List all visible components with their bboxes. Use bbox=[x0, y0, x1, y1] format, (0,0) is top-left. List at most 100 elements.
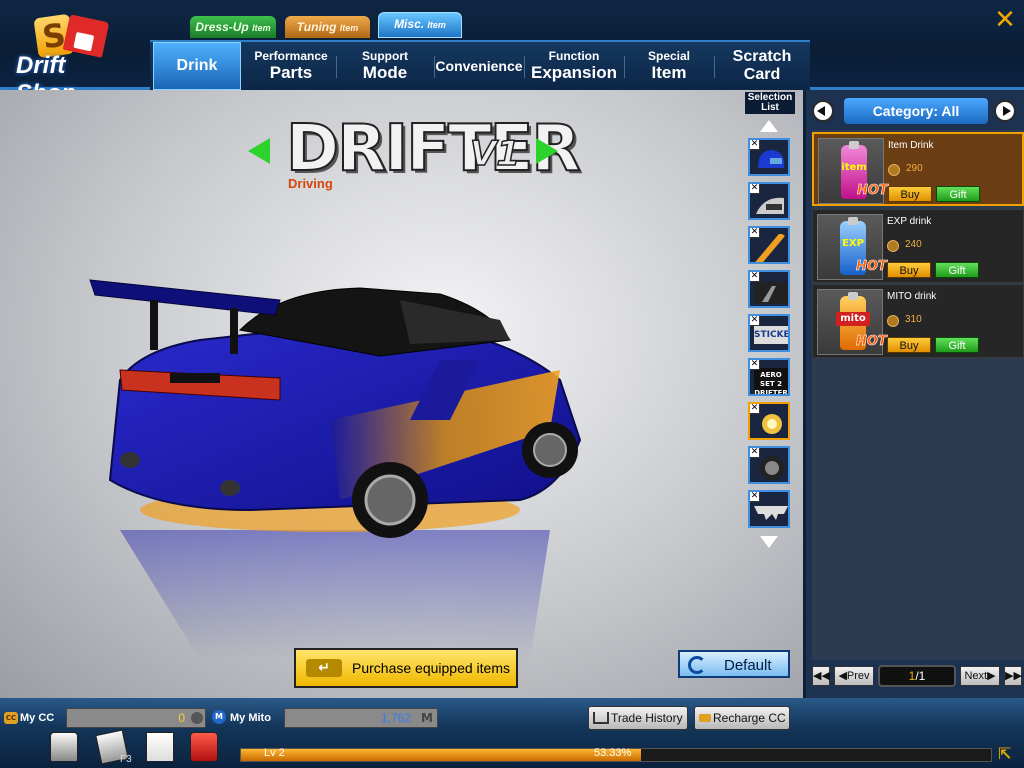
neon-icon bbox=[754, 234, 785, 262]
car-subtitle: Driving bbox=[288, 176, 333, 191]
car-reflection bbox=[120, 530, 550, 660]
mito-balance-field: 1,762 M bbox=[284, 708, 438, 728]
category-prev-icon[interactable] bbox=[812, 100, 834, 122]
item-thumbnail: mito HOT bbox=[817, 289, 887, 355]
first-page-button[interactable]: ◀◀ bbox=[812, 666, 830, 686]
my-cc-label: My CC bbox=[20, 712, 55, 724]
cc-icon: CC bbox=[4, 712, 18, 724]
tab-dress-up-sub: Item bbox=[252, 23, 271, 33]
shop-icon[interactable] bbox=[190, 732, 218, 762]
next-car-arrow-icon[interactable] bbox=[536, 138, 558, 164]
xp-percent: 53.33% bbox=[594, 747, 632, 759]
selection-scroll-up-icon[interactable] bbox=[760, 120, 778, 132]
bottle-label: mito bbox=[836, 312, 870, 326]
mito-icon: M bbox=[212, 710, 226, 724]
recharge-cc-button[interactable]: Recharge CC bbox=[694, 706, 790, 730]
remove-x-icon[interactable]: ✕ bbox=[750, 404, 760, 414]
next-page-button[interactable]: Next▶ bbox=[960, 666, 1000, 686]
remove-x-icon[interactable]: ✕ bbox=[750, 316, 760, 326]
front-rim bbox=[533, 433, 567, 467]
remove-x-icon[interactable]: ✕ bbox=[750, 272, 760, 282]
nav-tab-function-expansion[interactable]: Function Expansion bbox=[524, 42, 624, 90]
tab-tuning-item[interactable]: Tuning Item bbox=[285, 16, 370, 38]
buy-button[interactable]: Buy bbox=[887, 262, 931, 278]
remove-x-icon[interactable]: ✕ bbox=[750, 184, 760, 194]
car-preview-area[interactable]: DRIFTER V1 Driving Selection List ✕ ✕ ✕ … bbox=[0, 90, 803, 698]
remove-x-icon[interactable]: ✕ bbox=[750, 228, 760, 238]
selection-slot-headlight[interactable]: ✕ bbox=[748, 402, 790, 440]
item-price: 290 bbox=[906, 163, 923, 174]
nav-tab-performance-parts[interactable]: Performance Parts bbox=[246, 42, 336, 90]
exhaust-pipe bbox=[120, 452, 140, 468]
nav-tab-support-mode[interactable]: Support Mode bbox=[336, 42, 434, 90]
default-button[interactable]: Default bbox=[678, 650, 790, 678]
coins-icon bbox=[699, 714, 711, 722]
total-pages: /1 bbox=[915, 669, 926, 683]
nav-tab-line2: Item bbox=[651, 63, 687, 82]
notebook-icon[interactable] bbox=[146, 732, 174, 762]
bottom-bar: CC My CC 0 M My Mito 1,762 M Trade Histo… bbox=[0, 698, 1024, 768]
selection-slot-neon[interactable]: ✕ bbox=[748, 226, 790, 264]
tab-misc-sub: Item bbox=[427, 20, 446, 30]
rear-rim bbox=[364, 474, 416, 526]
purchase-equipped-button[interactable]: ↵ Purchase equipped items bbox=[294, 648, 518, 688]
gift-button[interactable]: Gift bbox=[935, 337, 979, 353]
page-indicator: 1/1 bbox=[878, 665, 956, 687]
nav-tab-line2: Expansion bbox=[531, 63, 617, 82]
gift-button[interactable]: Gift bbox=[935, 262, 979, 278]
resize-corner-icon[interactable]: ⇱ bbox=[998, 744, 1016, 763]
selection-slot-window-tint[interactable]: ✕ bbox=[748, 270, 790, 308]
mito-coin-icon bbox=[887, 240, 899, 252]
selection-slot-wheel[interactable]: ✕ bbox=[748, 446, 790, 484]
pagination: ◀◀ ◀Prev 1/1 Next▶ ▶▶ bbox=[812, 664, 1024, 690]
item-price: 310 bbox=[905, 314, 922, 325]
tab-tuning-sub: Item bbox=[339, 23, 359, 33]
buy-button[interactable]: Buy bbox=[888, 186, 932, 202]
car-title: DRIFTER V1 Driving bbox=[248, 116, 582, 191]
tab-dress-up-item[interactable]: Dress-Up Item bbox=[190, 16, 276, 38]
mito-coin-icon bbox=[888, 164, 900, 176]
garage-icon[interactable] bbox=[50, 732, 78, 762]
header-bar: S Drift Shop Dress-Up Item Tuning Item M… bbox=[0, 0, 1024, 107]
nav-tab-drink[interactable]: Drink bbox=[153, 42, 241, 90]
tab-misc-item[interactable]: Misc. Item bbox=[378, 12, 462, 38]
prev-page-button[interactable]: ◀Prev bbox=[834, 666, 874, 686]
remove-x-icon[interactable]: ✕ bbox=[750, 360, 760, 370]
trade-history-button[interactable]: Trade History bbox=[588, 706, 688, 730]
selection-list-label: Selection List bbox=[745, 92, 795, 114]
nav-tab-special-item[interactable]: Special Item bbox=[624, 42, 714, 90]
close-icon[interactable]: ✕ bbox=[993, 7, 1017, 33]
category-next-icon[interactable] bbox=[994, 100, 1016, 122]
sticker-icon: STICKER bbox=[754, 326, 788, 344]
nav-tab-convenience[interactable]: Convenience bbox=[434, 42, 524, 90]
hot-badge: HOT bbox=[856, 259, 887, 275]
aero-set-icon: AERO SET 2 DRIFTER bbox=[754, 368, 788, 394]
wing-stand bbox=[150, 300, 158, 350]
remove-x-icon[interactable]: ✕ bbox=[750, 140, 760, 150]
mito-balance-value: 1,762 bbox=[380, 711, 411, 725]
item-card[interactable]: item HOT Item Drink 290 Buy Gift bbox=[812, 132, 1024, 206]
prev-car-arrow-icon[interactable] bbox=[248, 138, 270, 164]
selection-slot-helmet[interactable]: ✕ bbox=[748, 138, 790, 176]
selection-slot-mirror[interactable]: ✕ bbox=[748, 182, 790, 220]
item-card[interactable]: mito HOT MITO drink 310 Buy Gift bbox=[812, 284, 1024, 358]
nav-tab-scratch-card[interactable]: Scratch Card bbox=[714, 42, 810, 90]
item-card[interactable]: EXP HOT EXP drink 240 Buy Gift bbox=[812, 209, 1024, 283]
nav-tab-line1: Special bbox=[647, 49, 691, 63]
remove-x-icon[interactable]: ✕ bbox=[750, 492, 760, 502]
selection-scroll-down-icon[interactable] bbox=[760, 536, 778, 548]
cart-icon bbox=[593, 712, 609, 724]
last-page-button[interactable]: ▶▶ bbox=[1004, 666, 1022, 686]
selection-slot-sticker[interactable]: ✕ STICKER bbox=[748, 314, 790, 352]
item-panel: Category: All item HOT Item Drink 290 Bu… bbox=[803, 90, 1024, 698]
buy-button[interactable]: Buy bbox=[887, 337, 931, 353]
rear-badge bbox=[170, 373, 220, 383]
selection-slot-spoiler[interactable]: ✕ bbox=[748, 490, 790, 528]
wheel-icon bbox=[760, 456, 784, 480]
selection-slot-aero-set[interactable]: ✕ AERO SET 2 DRIFTER bbox=[748, 358, 790, 396]
xp-progress-fill bbox=[241, 749, 641, 761]
headlight-icon bbox=[762, 414, 782, 434]
item-thumbnail: EXP HOT bbox=[817, 214, 887, 280]
gift-button[interactable]: Gift bbox=[936, 186, 980, 202]
remove-x-icon[interactable]: ✕ bbox=[750, 448, 760, 458]
